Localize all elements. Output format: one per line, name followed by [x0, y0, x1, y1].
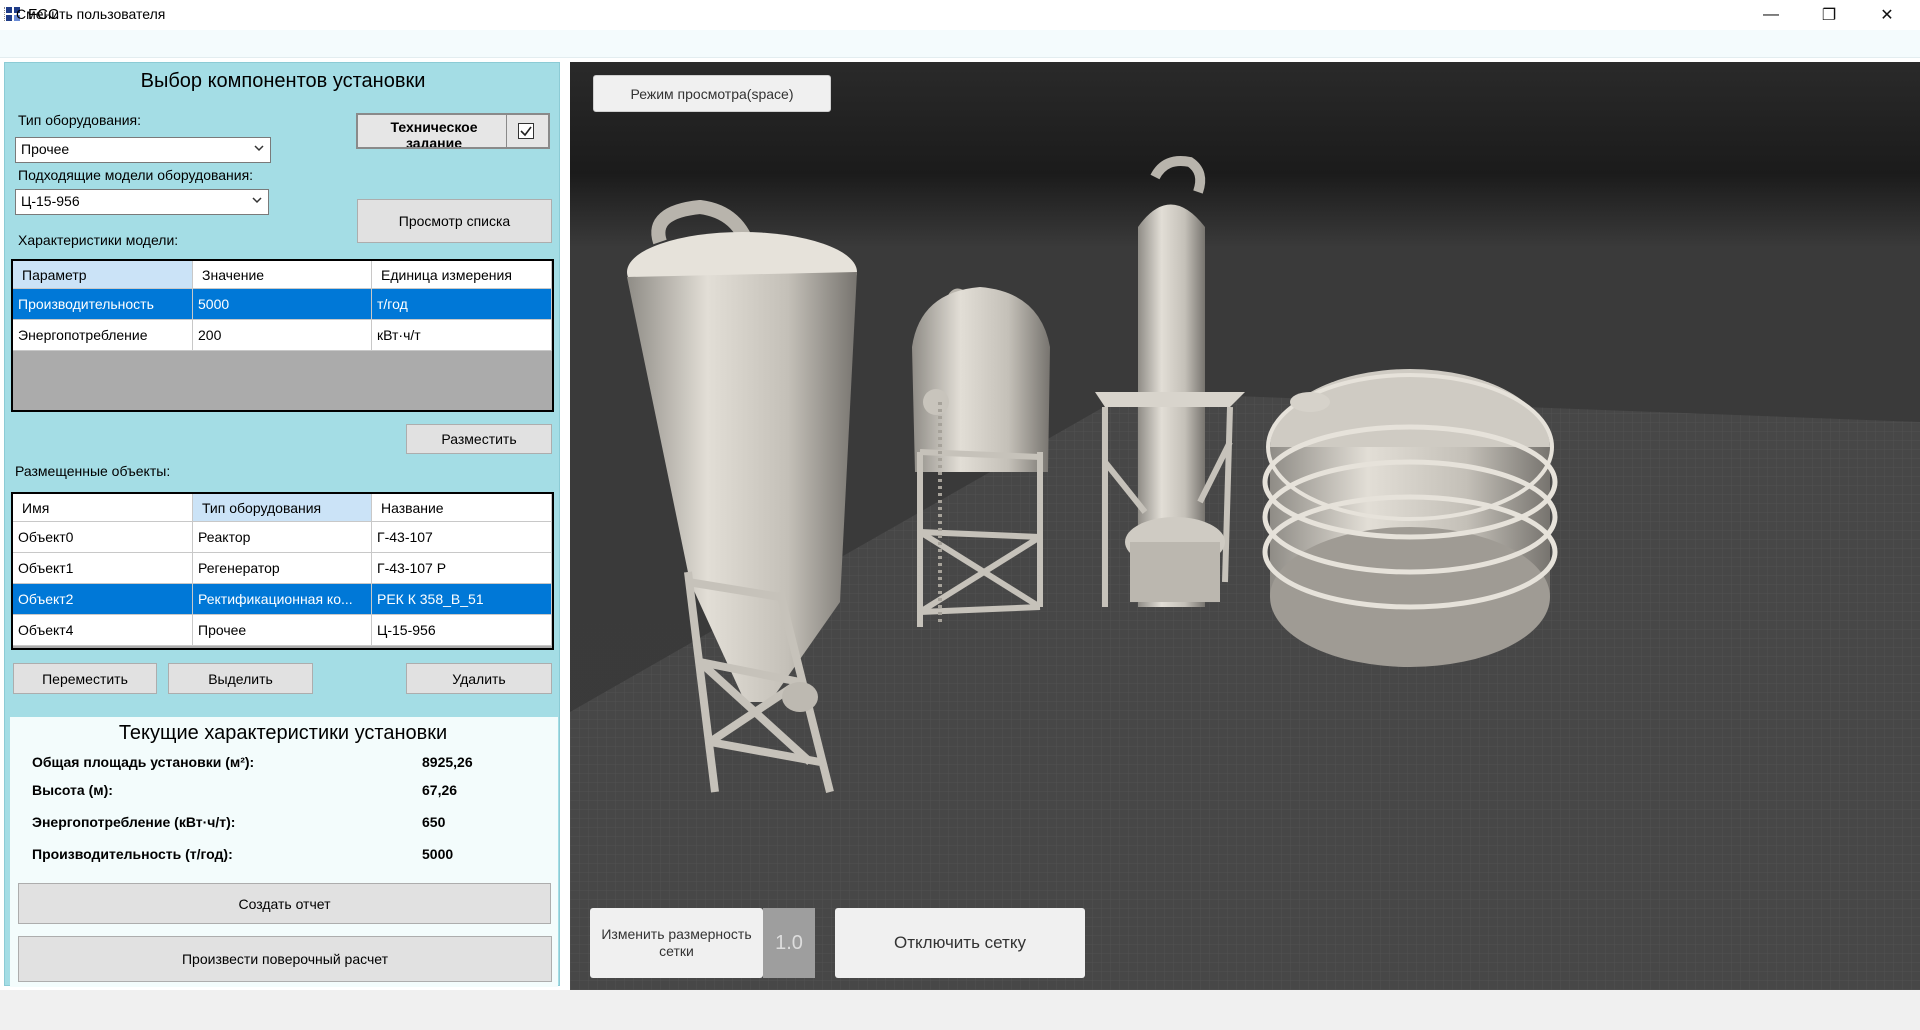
table-row[interactable]: Объект2 Ректификационная ко... РЕК К 358… — [13, 584, 552, 615]
panel-title: Выбор компонентов установки — [140, 70, 426, 92]
model-value: Ц-15-956 — [21, 193, 80, 209]
cell-value: 200 — [193, 320, 372, 351]
cell-type: Ректификационная ко... — [193, 584, 372, 615]
minimize-button[interactable]: — — [1748, 0, 1794, 30]
menu-change-user[interactable]: Сменить пользователя — [16, 6, 165, 22]
placed-objects-table[interactable]: Имя Тип оборудования Название Объект0 Ре… — [11, 492, 554, 650]
cell-title: РЕК К 358_В_51 — [372, 584, 552, 615]
select-button[interactable]: Выделить — [168, 663, 313, 694]
checkmark-icon — [520, 126, 532, 137]
tech-task-toggle[interactable]: Техническое задание — [356, 113, 550, 149]
cell-name: Объект4 — [13, 615, 193, 646]
cell-title: Г-43-107 Р — [372, 553, 552, 584]
chevron-down-icon — [252, 197, 262, 204]
cell-title: Ц-15-956 — [372, 615, 552, 646]
table-row[interactable]: Объект0 Реактор Г-43-107 — [13, 522, 552, 553]
table-row[interactable]: Объект4 Прочее Ц-15-956 — [13, 615, 552, 646]
energy-label: Энергопотребление (кВт·ч/т): — [32, 814, 236, 830]
view-list-button[interactable]: Просмотр списка — [357, 199, 552, 243]
tech-task-checkbox[interactable] — [518, 123, 534, 139]
cell-unit: кВт·ч/т — [372, 320, 552, 351]
create-report-button[interactable]: Создать отчет — [18, 883, 551, 924]
storage-tank[interactable] — [1262, 369, 1558, 667]
column-header-name[interactable]: Имя — [13, 494, 193, 522]
cell-name: Объект2 — [13, 584, 193, 615]
grid-size-value[interactable]: 1.0 — [763, 908, 815, 978]
cell-value: 5000 — [193, 289, 372, 320]
table-row[interactable]: Производительность 5000 т/год — [13, 289, 552, 320]
cell-parameter: Энергопотребление — [13, 320, 193, 351]
menu-bar — [0, 30, 1920, 58]
cell-name: Объект0 — [13, 522, 193, 553]
model-combo[interactable]: Ц-15-956 — [15, 189, 269, 215]
height-value: 67,26 — [422, 782, 458, 798]
change-grid-size-button[interactable]: Изменить размерность сетки — [590, 908, 763, 978]
tech-task-label: Техническое задание — [390, 119, 478, 149]
area-value: 8925,26 — [422, 754, 473, 770]
equipment-type-combo[interactable]: Прочее — [15, 137, 271, 163]
scene-canvas[interactable] — [570, 62, 1920, 990]
place-button[interactable]: Разместить — [406, 424, 552, 454]
delete-button[interactable]: Удалить — [406, 663, 552, 694]
close-button[interactable]: ✕ — [1864, 0, 1910, 30]
cell-title: Г-43-107 — [372, 522, 552, 553]
height-label: Высота (м): — [32, 782, 113, 798]
cell-type: Регенератор — [193, 553, 372, 584]
move-button[interactable]: Переместить — [13, 663, 157, 694]
column-header-value[interactable]: Значение — [193, 261, 372, 289]
cell-type: Прочее — [193, 615, 372, 646]
column-header-parameter[interactable]: Параметр — [13, 261, 193, 289]
chevron-down-icon — [254, 145, 264, 152]
table-row[interactable]: Энергопотребление 200 кВт·ч/т — [13, 320, 552, 351]
cell-unit: т/год — [372, 289, 552, 320]
table-row[interactable]: Объект1 Регенератор Г-43-107 Р — [13, 553, 552, 584]
cell-parameter: Производительность — [13, 289, 193, 320]
cell-name: Объект1 — [13, 553, 193, 584]
scene-viewport[interactable] — [570, 62, 1920, 990]
column-header-type[interactable]: Тип оборудования — [193, 494, 372, 522]
placed-objects-label: Размещенные объекты: — [15, 463, 171, 479]
view-mode-button[interactable]: Режим просмотра(space) — [593, 75, 831, 112]
area-label: Общая площадь установки (м²): — [32, 754, 255, 770]
separator — [506, 115, 507, 147]
productivity-label: Производительность (т/год): — [32, 846, 233, 862]
toggle-grid-button[interactable]: Отключить сетку — [835, 908, 1085, 978]
cell-type: Реактор — [193, 522, 372, 553]
equipment-type-label: Тип оборудования: — [18, 112, 142, 128]
column-header-title[interactable]: Название — [372, 494, 552, 522]
restore-button[interactable]: ❐ — [1806, 0, 1852, 30]
summary-title: Текущие характеристики установки — [118, 722, 448, 744]
menu-grip-icon — [4, 7, 7, 21]
energy-value: 650 — [422, 814, 446, 830]
column-header-unit[interactable]: Единица измерения — [372, 261, 552, 289]
equipment-type-value: Прочее — [21, 141, 70, 157]
status-bar — [0, 990, 1920, 1030]
productivity-value: 5000 — [422, 846, 454, 862]
models-label: Подходящие модели оборудования: — [18, 167, 254, 183]
characteristics-label: Характеристики модели: — [18, 232, 179, 248]
verify-calculation-button[interactable]: Произвести поверочный расчет — [18, 936, 552, 982]
characteristics-table[interactable]: Параметр Значение Единица измерения Прои… — [11, 259, 554, 412]
title-bar — [0, 0, 1920, 30]
